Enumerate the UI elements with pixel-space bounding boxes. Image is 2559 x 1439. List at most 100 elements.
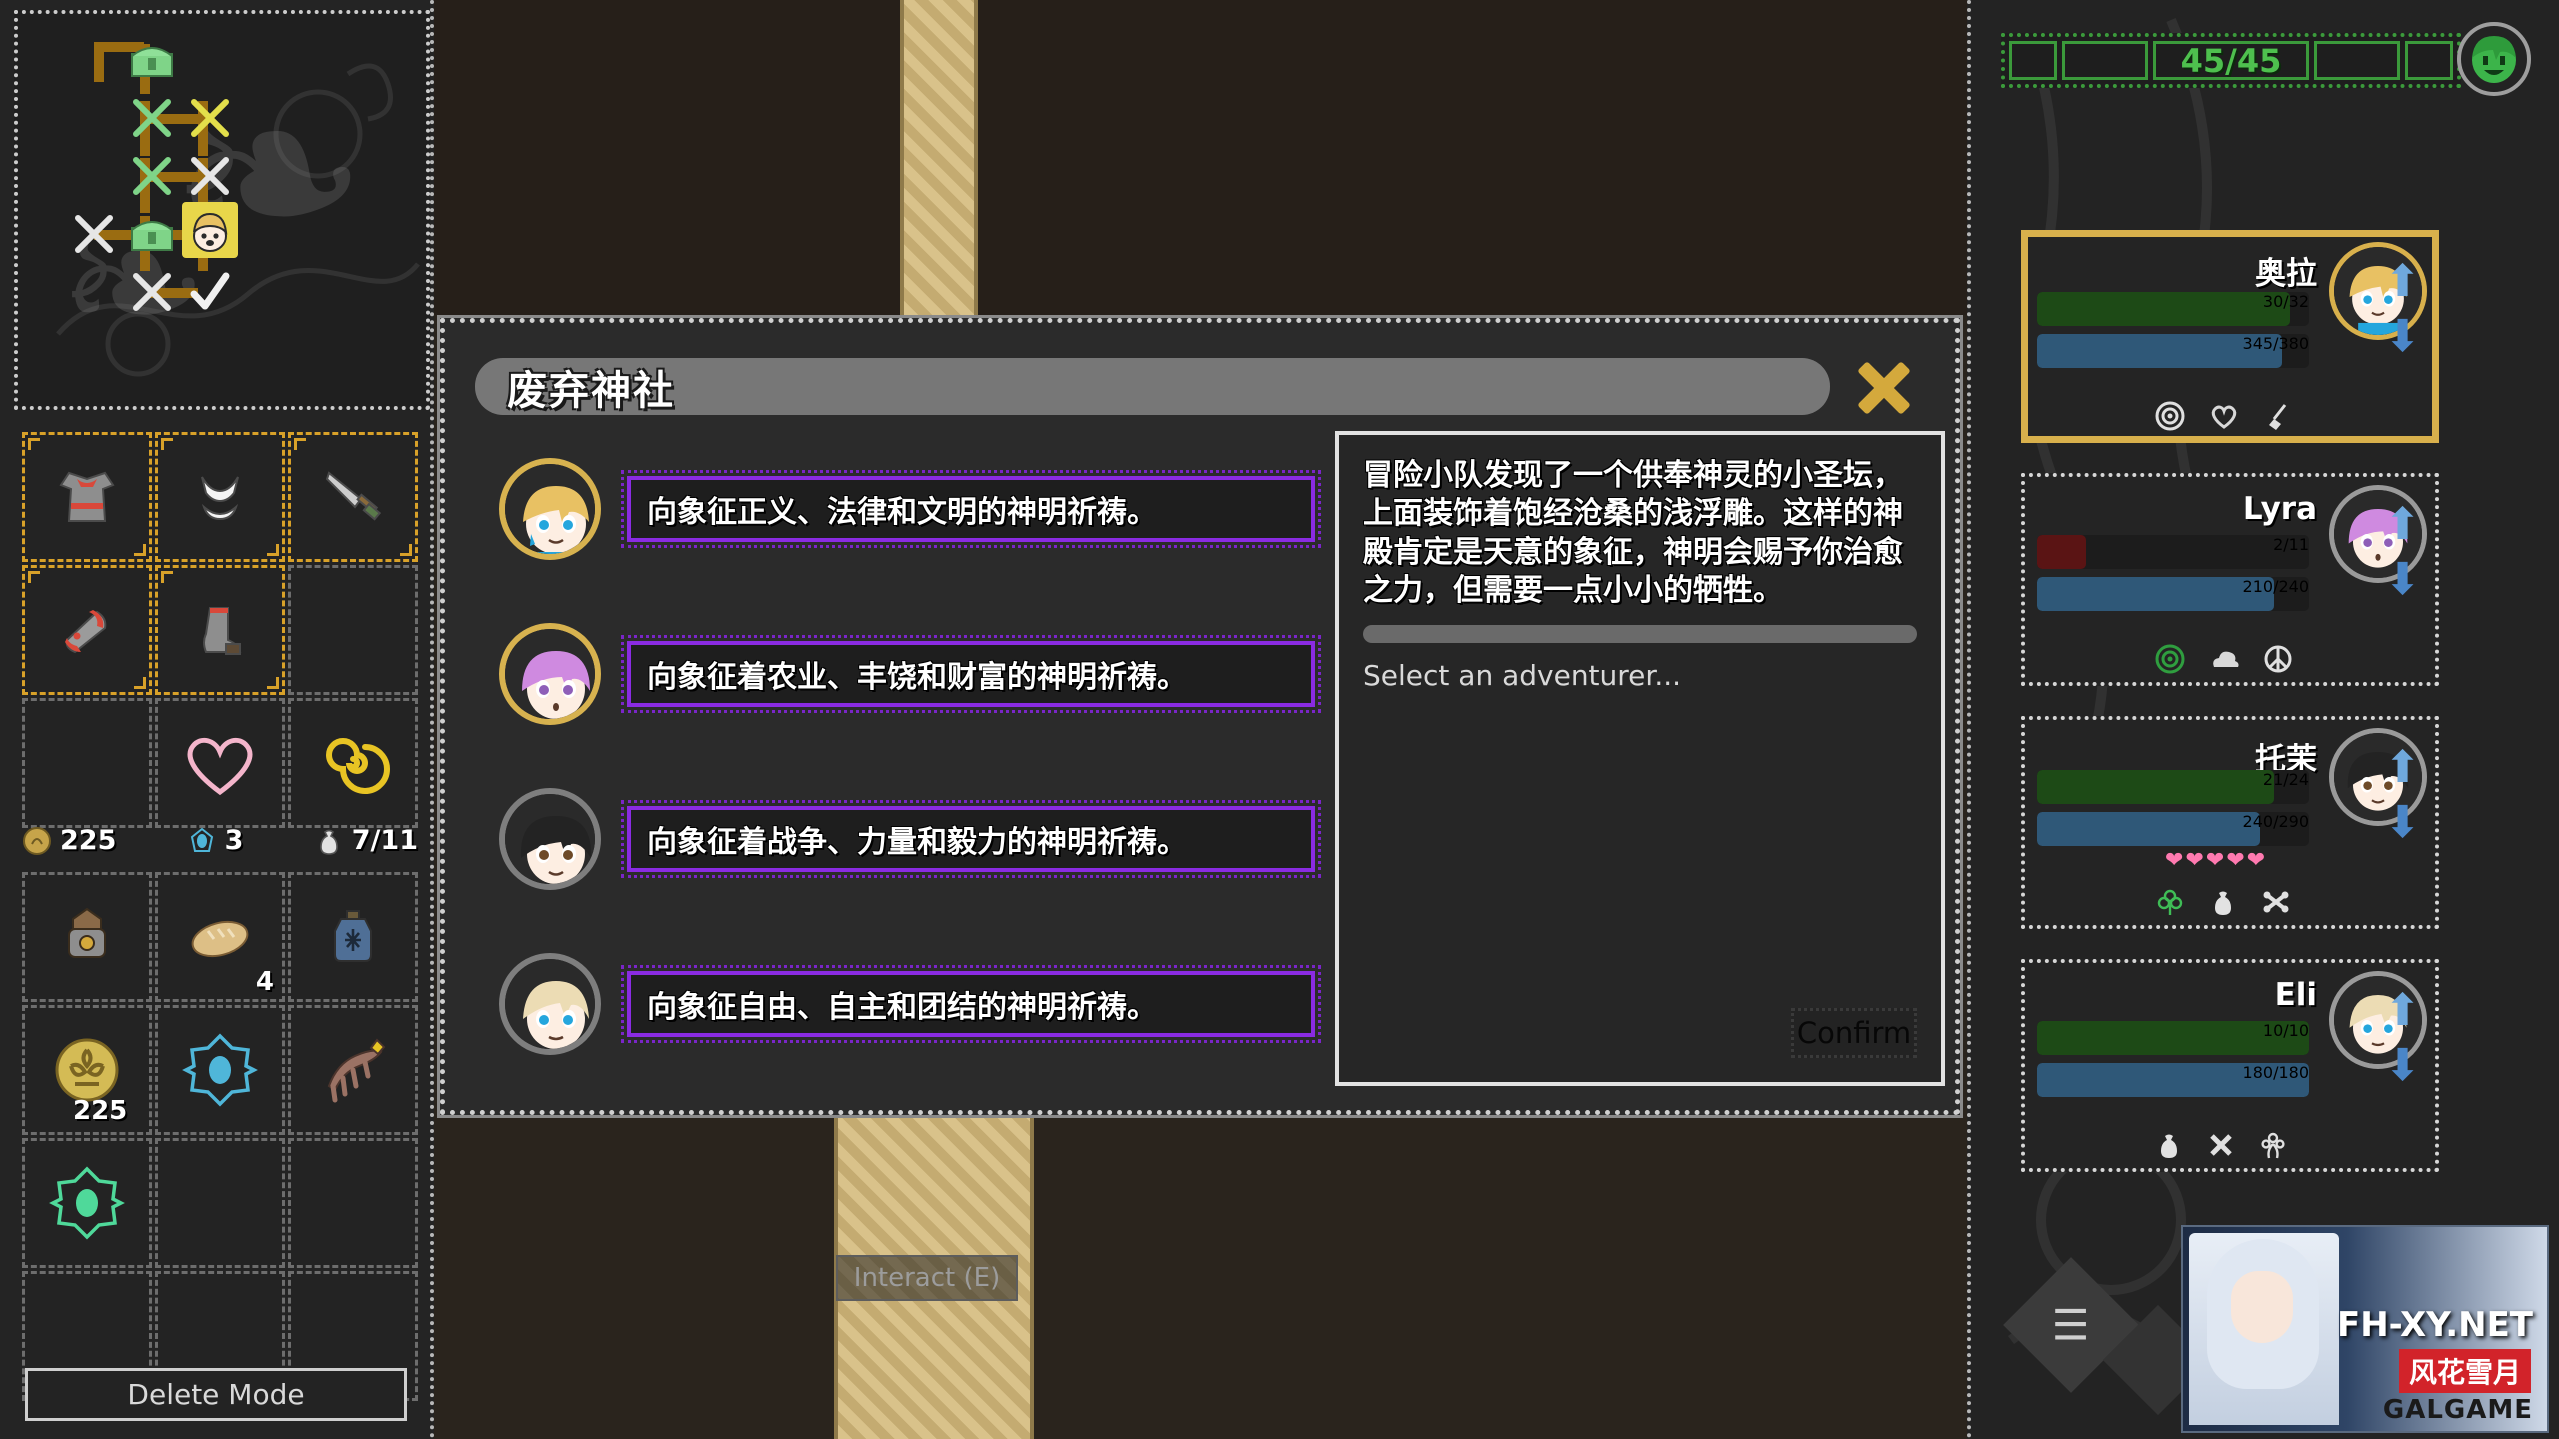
prayer-option-box[interactable]: 向象征正义、法律和文明的神明祈祷。 (621, 470, 1321, 548)
move-down-arrow[interactable]: ⬇ (2384, 315, 2421, 359)
inventory-slot-frost-potion[interactable] (288, 872, 418, 1002)
player-head-icon (193, 212, 228, 252)
party-member-name: Eli (2274, 977, 2317, 1013)
gauntlet-icon (65, 610, 107, 654)
prayer-option-box[interactable]: 向象征自由、自主和团结的神明祈祷。 (621, 965, 1321, 1043)
map-node-cleared[interactable] (182, 264, 238, 320)
select-adventurer-hint: Select an adventurer... (1363, 658, 1682, 692)
delete-mode-button[interactable]: Delete Mode (25, 1368, 407, 1421)
prayer-option-label: 向象征着战争、力量和毅力的神明祈祷。 (647, 825, 1187, 860)
watermark-banner: FH-XY.NET 风花雪月 GALGAME (2181, 1225, 2549, 1433)
map-node-battle-normal[interactable] (182, 148, 238, 204)
party-card[interactable]: 托茉 21/24 240/290 ❤ ❤ ❤ ❤ ❤ ⬆ ⬇ (2021, 716, 2439, 929)
inventory-slot-bread[interactable]: 4 (155, 872, 285, 1002)
map-node-treasure[interactable] (124, 32, 180, 88)
coin-icon (23, 826, 51, 855)
party-card[interactable]: 奥拉 30/32 345/380 ⬆ ⬇ (2021, 230, 2439, 443)
mp-bar: 240/290 (2037, 812, 2309, 846)
equipment-slot-weapon[interactable] (288, 432, 418, 562)
accessory-slot-spiral[interactable] (288, 698, 418, 828)
portrait-eli-icon (505, 959, 595, 1049)
shrine-dialog: 废弃神社 向象征正义、法律和文明的神明祈祷。 向象征着农业、丰饶和财富的神明祈祷… (440, 318, 1960, 1115)
inventory-slot-backpack[interactable] (22, 872, 152, 1002)
gem-icon (190, 827, 213, 852)
prayer-option-label: 向象征自由、自主和团结的神明祈祷。 (647, 990, 1157, 1025)
close-x-icon[interactable] (1853, 355, 1915, 417)
interact-prompt[interactable]: Interact (E) (836, 1255, 1018, 1301)
equipment-slot-empty[interactable] (288, 565, 418, 695)
inventory-slot-blue-rune[interactable] (155, 1005, 285, 1135)
prayer-option-label: 向象征着农业、丰饶和财富的神明祈祷。 (647, 660, 1187, 695)
prayer-option-row[interactable]: 向象征正义、法律和文明的神明祈祷。 (475, 453, 1321, 565)
underwear-icon (201, 476, 239, 521)
inventory-slot-green-rune[interactable] (22, 1138, 152, 1268)
move-down-arrow[interactable]: ⬇ (2384, 1044, 2421, 1088)
map-node-player[interactable] (182, 202, 238, 258)
crossed-swords-icon (75, 215, 113, 253)
inventory-slot-empty[interactable] (155, 1138, 285, 1268)
move-up-arrow[interactable]: ⬆ (2384, 745, 2421, 789)
banner-cn-text: 风花雪月 (2398, 1349, 2531, 1393)
cross-icon (2210, 1134, 2232, 1156)
spiral-icon (326, 738, 390, 794)
map-node-treasure[interactable] (124, 206, 180, 262)
map-node-battle-normal[interactable] (124, 264, 180, 320)
avatar-tomo[interactable] (499, 788, 601, 890)
avatar-aura[interactable] (499, 458, 601, 560)
move-down-arrow[interactable]: ⬇ (2384, 558, 2421, 602)
equipment-slot-underwear[interactable] (155, 432, 285, 562)
prayer-option-row[interactable]: 向象征着战争、力量和毅力的神明祈祷。 (475, 783, 1321, 895)
hp-bar: 2/11 (2037, 535, 2309, 569)
party-card[interactable]: Lyra 2/11 210/240 ⬆ ⬇ (2021, 473, 2439, 686)
list-menu-icon: ☰ (2052, 1300, 2090, 1350)
party-member-name: 奥拉 (2255, 256, 2317, 292)
map-node-battle-normal[interactable] (66, 206, 122, 262)
crossed-swords-icon (133, 157, 171, 195)
map-node-grid (75, 26, 268, 326)
accessory-slot-heart[interactable] (155, 698, 285, 828)
reorder-arrows: ⬆ ⬇ (2384, 502, 2421, 602)
equipment-slot-body-armor[interactable] (22, 432, 152, 562)
status-icons (2155, 644, 2293, 674)
map-node-battle-easy[interactable] (124, 90, 180, 146)
prayer-option-box[interactable]: 向象征着战争、力量和毅力的神明祈祷。 (621, 800, 1321, 878)
gold-stat: 225 (22, 825, 116, 856)
mp-bar: 345/380 (2037, 334, 2309, 368)
move-up-arrow[interactable]: ⬆ (2384, 502, 2421, 546)
crossed-swords-icon (191, 157, 229, 195)
ornament-icon (2261, 1132, 2285, 1159)
confirm-button[interactable]: Confirm (1791, 1008, 1917, 1058)
prayer-options-list: 向象征正义、法律和文明的神明祈祷。 向象征着农业、丰饶和财富的神明祈祷。 向象征… (475, 453, 1321, 1113)
claws-icon (327, 1038, 386, 1103)
map-node-battle-easy[interactable] (124, 148, 180, 204)
prayer-option-row[interactable]: 向象征着农业、丰饶和财富的神明祈祷。 (475, 618, 1321, 730)
green-face-icon[interactable] (2457, 22, 2531, 96)
move-up-arrow[interactable]: ⬆ (2384, 988, 2421, 1032)
boots-icon (203, 607, 242, 655)
avatar-eli[interactable] (499, 953, 601, 1055)
hp-bar: 30/32 (2037, 292, 2309, 326)
inventory-slot-gold-coin[interactable]: 225 (22, 1005, 152, 1135)
status-icons (2155, 1130, 2287, 1160)
hp-value: 21/24 (2262, 770, 2309, 789)
party-member-name: Lyra (2242, 491, 2317, 527)
equipment-slot-empty[interactable] (22, 698, 152, 828)
dungeon-map[interactable]: ❧ ❧ (14, 10, 430, 410)
resource-stats: 225 3 7/11 (22, 825, 418, 856)
heart-icon: ❤ (2185, 848, 2204, 873)
move-up-arrow[interactable]: ⬆ (2384, 259, 2421, 303)
prayer-option-box[interactable]: 向象征着农业、丰饶和财富的神明祈祷。 (621, 635, 1321, 713)
avatar-lyra[interactable] (499, 623, 601, 725)
map-node-battle-elite[interactable] (182, 90, 238, 146)
item-quantity: 4 (255, 967, 274, 997)
inventory-slot-empty[interactable] (288, 1138, 418, 1268)
prayer-option-row[interactable]: 向象征自由、自主和团结的神明祈祷。 (475, 948, 1321, 1060)
green-face-glyph (2472, 36, 2516, 83)
inventory-slot-claws[interactable] (288, 1005, 418, 1135)
bread-icon (191, 920, 249, 958)
move-down-arrow[interactable]: ⬇ (2384, 801, 2421, 845)
equipment-slot-boots[interactable] (155, 565, 285, 695)
left-sidebar: ❧ ❧ 225 3 7/11 4 225 Delete Mode (0, 0, 434, 1439)
equipment-slot-gauntlet[interactable] (22, 565, 152, 695)
party-card[interactable]: Eli 10/10 180/180 ⬆ ⬇ (2021, 959, 2439, 1172)
